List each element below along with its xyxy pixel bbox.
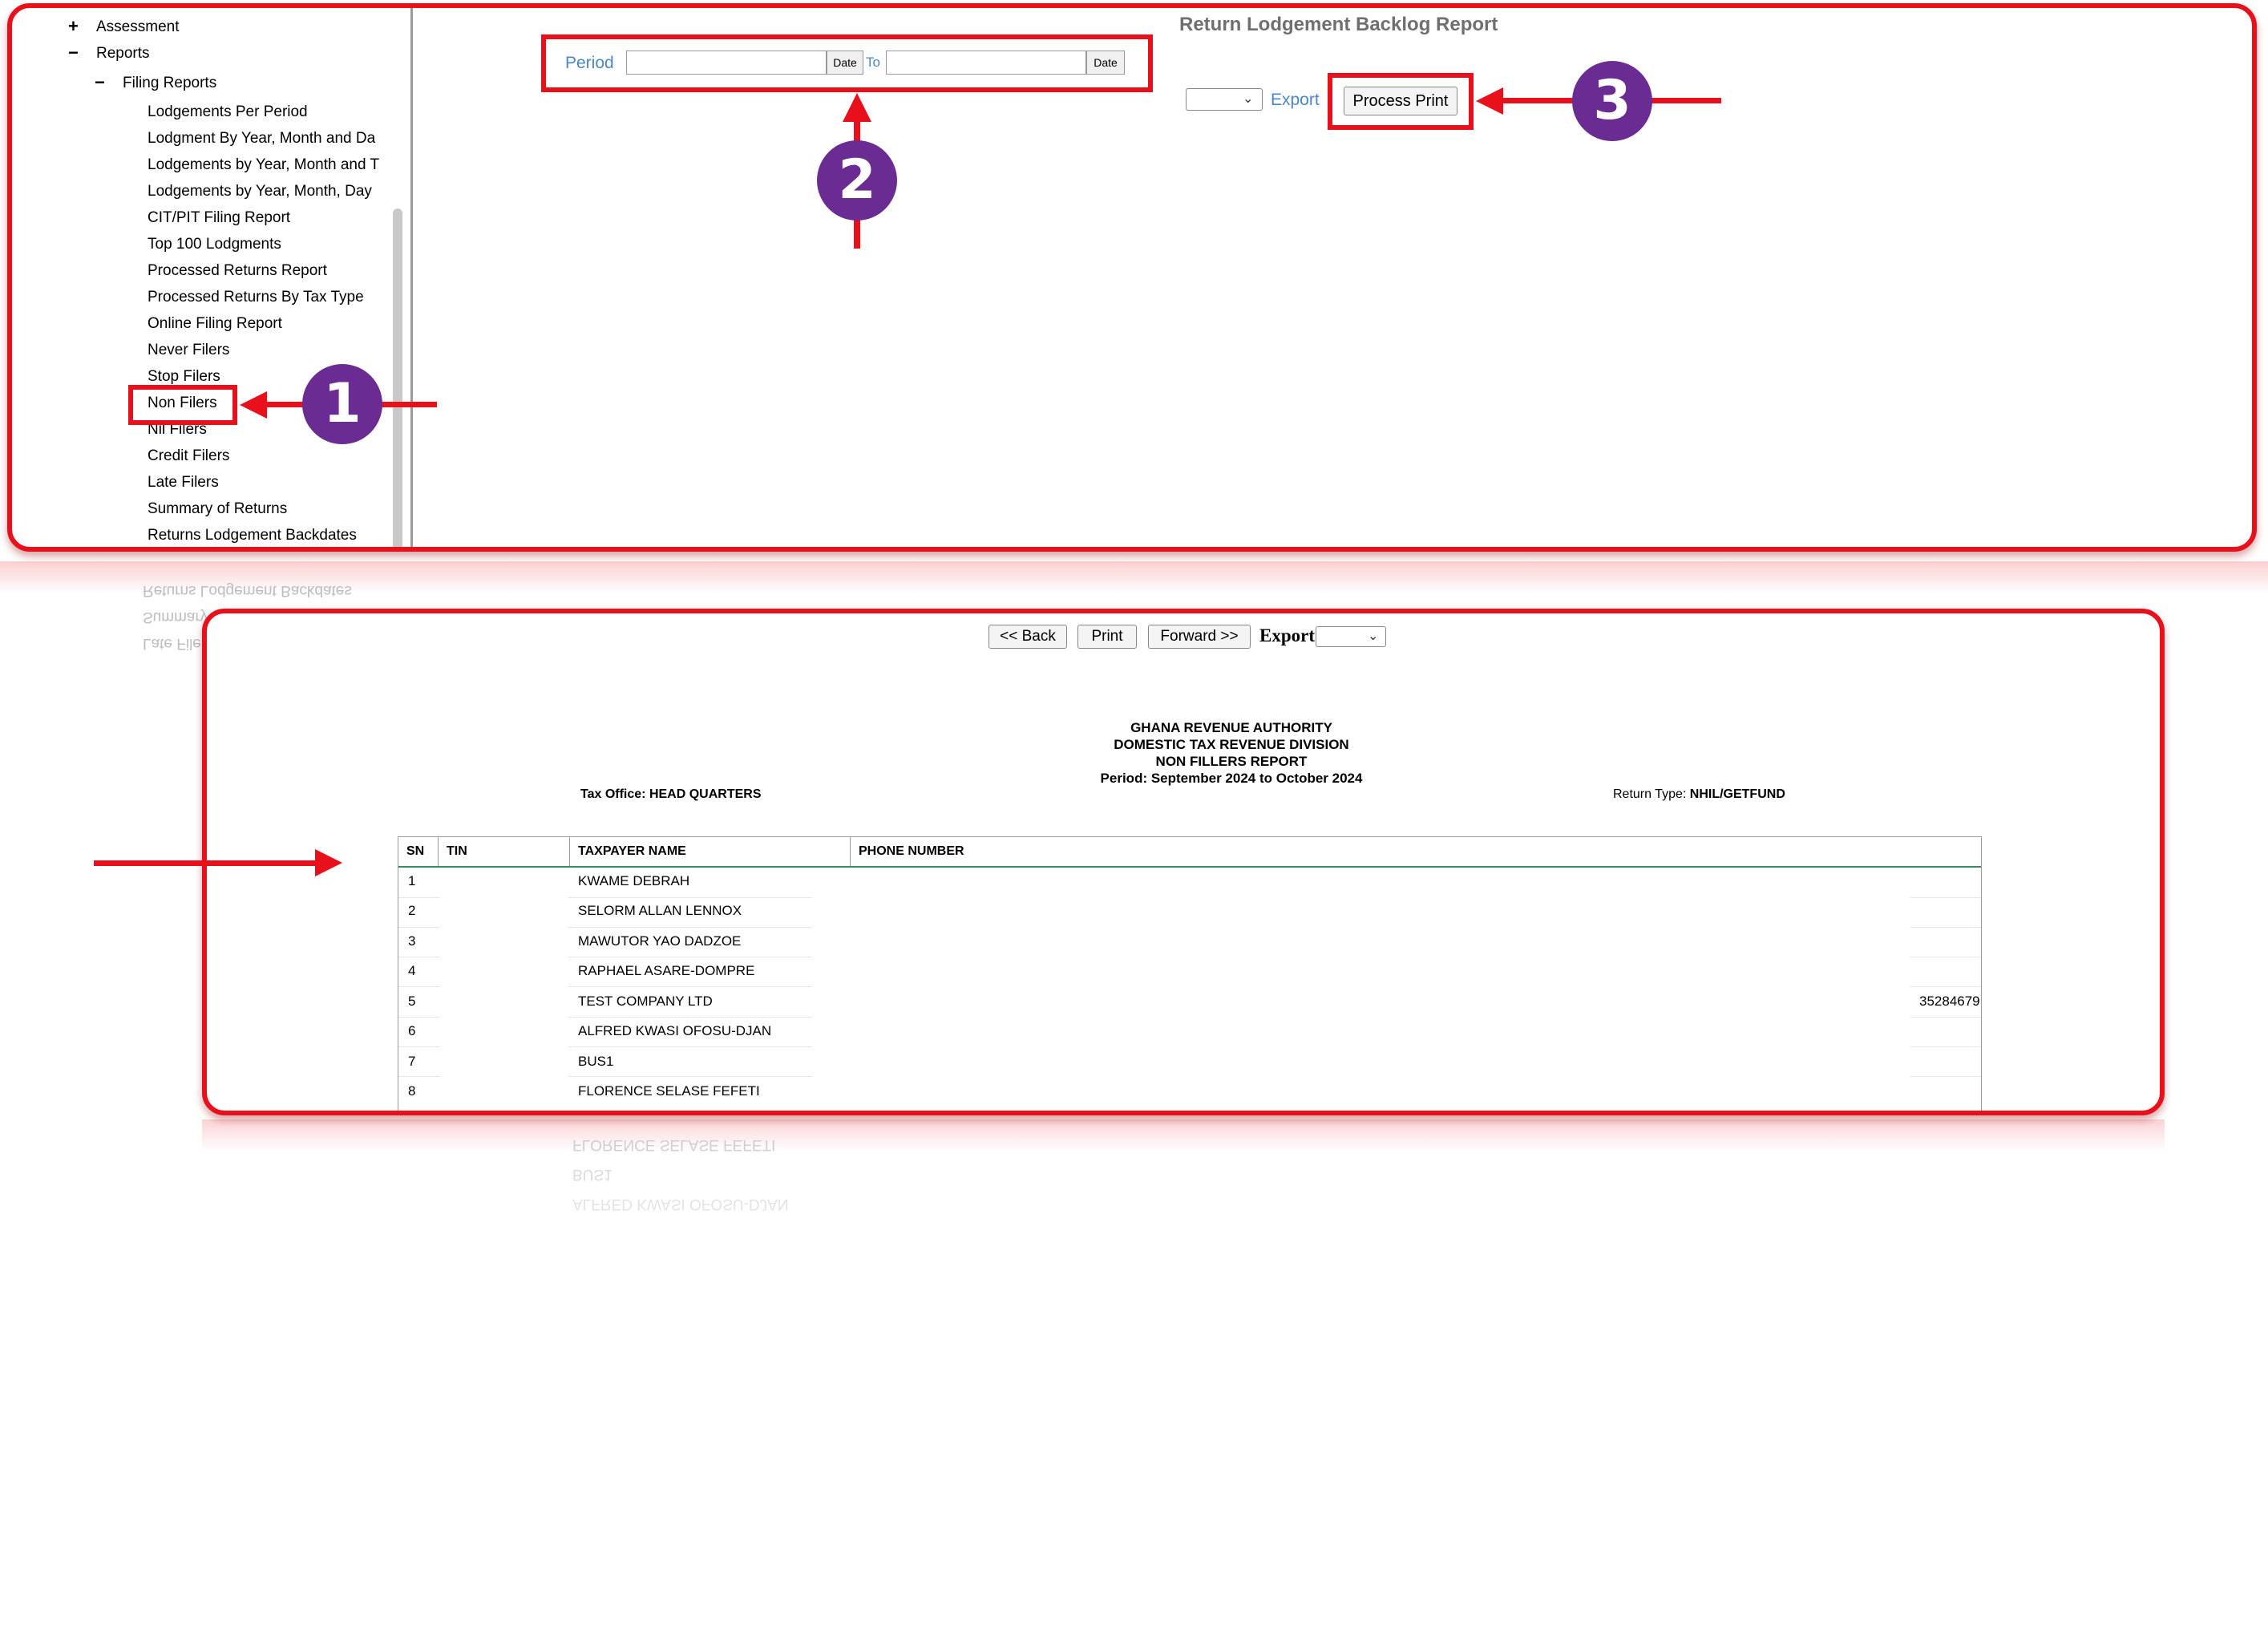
column-header-phone-number: PHONE NUMBER (859, 844, 964, 858)
tree-item[interactable]: Lodgements Per Period (148, 103, 308, 121)
column-header-taxpayer-name: TAXPAYER NAME (570, 837, 851, 866)
report-title: Return Lodgement Backlog Report (1179, 14, 1498, 35)
highlight-non-filers (128, 385, 237, 425)
viewer-export-label: Export (1259, 625, 1315, 646)
print-button[interactable]: Print (1077, 625, 1137, 649)
tree-item[interactable]: Returns Lodgement Backdates (148, 527, 357, 544)
chevron-down-icon: ⌄ (1368, 629, 1379, 643)
process-print-button[interactable]: Process Print (1344, 87, 1457, 115)
report-menu-panel: + Assessment − Reports − Filing Reports … (7, 3, 2257, 552)
report-period: Period: September 2024 to October 2024 (1100, 771, 1363, 786)
arrow-left-icon (240, 391, 267, 419)
table-cell-sn: 6 (408, 1023, 416, 1038)
panel-reflection: FLORENCE SELASE FEFETI BUS1 ALFRED KWASI… (202, 1119, 2165, 1280)
reflection-text: ALFRED KWASI OFOSU-DJAN (572, 1196, 789, 1212)
table-cell-name: TEST COMPANY LTD (578, 994, 713, 1009)
table-cell-sn: 8 (408, 1083, 416, 1099)
to-label: To (866, 55, 880, 70)
tree-item[interactable]: Top 100 Lodgments (148, 236, 281, 253)
tree-item[interactable]: Processed Returns Report (148, 262, 327, 280)
tree-item-reports[interactable]: Reports (96, 45, 150, 63)
report-viewer-panel: << Back Print Forward >> Export ⌄ GHANA … (202, 609, 2165, 1115)
date-from-button[interactable]: Date (827, 51, 863, 75)
tree-item[interactable]: Stop Filers (148, 368, 220, 386)
forward-button[interactable]: Forward >> (1148, 625, 1251, 649)
chevron-down-icon: ⌄ (1243, 92, 1254, 106)
table-cell-name: SELORM ALLAN LENNOX (578, 903, 742, 918)
period-to-input[interactable] (886, 51, 1086, 75)
reflection-text: FLORENCE SELASE FEFETI (572, 1136, 776, 1153)
period-label: Period (565, 54, 614, 72)
tree-item[interactable]: Lodgment By Year, Month and Da (148, 130, 375, 148)
export-format-select[interactable]: ⌄ (1186, 88, 1263, 111)
tax-office-value: HEAD QUARTERS (649, 787, 762, 801)
tax-office-label: Tax Office: (580, 787, 646, 801)
table-cell-name: MAWUTOR YAO DADZOE (578, 933, 742, 949)
column-header-tin: TIN (439, 837, 570, 866)
table-cell-phone: 35284679 (1919, 994, 1980, 1009)
step-badge-2: 2 (817, 140, 897, 221)
tree-item[interactable]: Lodgements by Year, Month and T (148, 156, 379, 174)
tree-item[interactable]: Late Filers (148, 474, 219, 492)
table-cell-name: ALFRED KWASI OFOSU-DJAN (578, 1023, 772, 1038)
column-header-sn: SN (398, 837, 439, 866)
expand-icon[interactable]: + (68, 16, 79, 37)
tree-item[interactable]: Credit Filers (148, 447, 229, 465)
tree-item[interactable]: Lodgements by Year, Month, Day (148, 183, 372, 200)
date-to-button[interactable]: Date (1086, 51, 1125, 75)
collapse-icon[interactable]: − (68, 42, 79, 63)
tree-item[interactable]: Online Filing Report (148, 315, 282, 333)
table-cell-sn: 7 (408, 1054, 416, 1069)
report-division: DOMESTIC TAX REVENUE DIVISION (1114, 737, 1349, 752)
viewer-export-select[interactable]: ⌄ (1316, 626, 1386, 647)
tree-item[interactable]: Processed Returns By Tax Type (148, 289, 364, 306)
arrow-left-icon (1476, 87, 1503, 115)
arrow-line (94, 860, 334, 866)
return-type: Return Type: NHIL/GETFUND (1613, 787, 1785, 802)
return-type-value: NHIL/GETFUND (1689, 787, 1785, 801)
table-cell-name: FLORENCE SELASE FEFETI (578, 1083, 760, 1099)
back-button[interactable]: << Back (988, 625, 1067, 649)
tree-item-assessment[interactable]: Assessment (96, 18, 179, 36)
table-cell-sn: 4 (408, 963, 416, 978)
reflection-text: BUS1 (572, 1166, 612, 1183)
tree-item[interactable]: Summary of Returns (148, 500, 287, 518)
collapse-icon[interactable]: − (95, 72, 105, 93)
table-cell-name: KWAME DEBRAH (578, 873, 690, 888)
table-cell-sn: 2 (408, 903, 416, 918)
arrow-right-icon (315, 849, 342, 876)
header-underline (398, 866, 1981, 868)
return-type-label: Return Type: (1613, 787, 1687, 801)
tree-item-filing-reports[interactable]: Filing Reports (123, 75, 216, 92)
table-cell-sn: 1 (408, 873, 416, 888)
table-cell-name: RAPHAEL ASARE-DOMPRE (578, 963, 755, 978)
sidebar-scrollbar[interactable] (393, 208, 402, 547)
phone-redaction (812, 869, 1910, 1111)
report-name: NON FILLERS REPORT (1155, 754, 1308, 769)
step-badge-1: 1 (302, 364, 382, 444)
tree-item[interactable]: Never Filers (148, 342, 229, 359)
tax-office: Tax Office: HEAD QUARTERS (580, 787, 762, 802)
tree-item[interactable]: CIT/PIT Filing Report (148, 209, 290, 227)
table-cell-sn: 3 (408, 933, 416, 949)
export-link[interactable]: Export (1271, 91, 1320, 110)
tin-redaction (440, 869, 568, 1111)
table-cell-sn: 5 (408, 994, 416, 1009)
period-from-input[interactable] (626, 51, 827, 75)
step-badge-3: 3 (1572, 61, 1652, 141)
table-cell-name: BUS1 (578, 1054, 614, 1069)
arrow-up-icon (843, 93, 871, 122)
pane-divider[interactable] (410, 8, 413, 547)
reflection-text: Returns Lodgement Backdates (143, 582, 352, 599)
sidebar-tree: + Assessment − Reports − Filing Reports … (12, 8, 413, 547)
non-filers-table: SN TIN TAXPAYER NAME PHONE NUMBER 1 KWAM… (398, 836, 1982, 1111)
report-org: GHANA REVENUE AUTHORITY (1130, 720, 1332, 735)
